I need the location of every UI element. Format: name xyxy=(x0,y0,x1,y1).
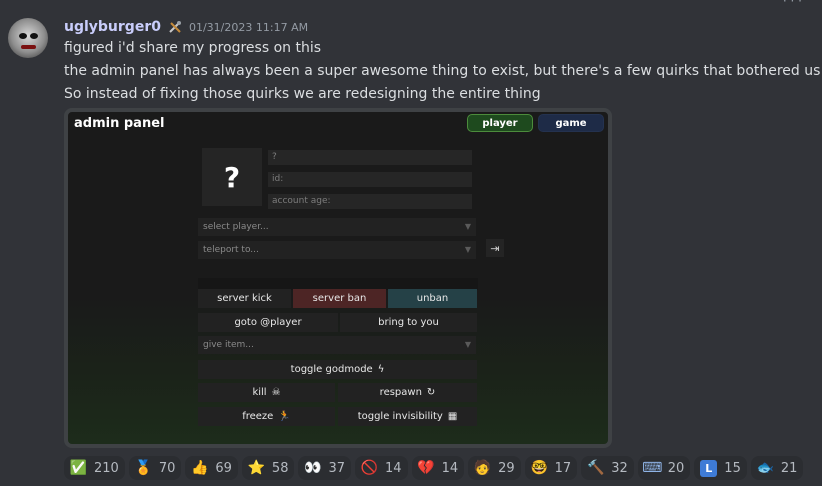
reaction-count: 14 xyxy=(441,460,459,476)
reaction-count: 70 xyxy=(158,460,176,476)
tools-badge-icon xyxy=(169,21,181,33)
reaction-hammer[interactable]: 🔨 32 xyxy=(581,456,634,480)
kill-button[interactable]: kill ☠ xyxy=(198,383,335,402)
reaction-count: 21 xyxy=(780,460,798,476)
hammer-icon: 🔨 xyxy=(586,460,605,476)
respawn-label: respawn xyxy=(379,387,422,398)
unban-label: unban xyxy=(416,293,449,304)
letter-l-icon: L xyxy=(700,459,718,477)
account-age-field: account age: xyxy=(268,194,472,209)
username[interactable]: uglyburger0 xyxy=(64,19,161,35)
message-line: So instead of fixing those quirks we are… xyxy=(64,86,541,102)
fish-icon: 🐟 xyxy=(756,460,775,476)
star-icon: ⭐ xyxy=(247,460,266,476)
kill-label: kill xyxy=(252,387,267,398)
freeze-button[interactable]: freeze 🏃 xyxy=(198,407,335,426)
reaction-count: 29 xyxy=(498,460,515,476)
timestamp: 01/31/2023 11:17 AM xyxy=(188,20,309,34)
toggle-invisibility-button[interactable]: toggle invisibility ▦ xyxy=(338,407,477,426)
avatar-eye-icon xyxy=(30,33,38,39)
reaction-check[interactable]: ✅ 210 xyxy=(64,456,125,480)
admin-panel-screenshot[interactable]: admin panel player game ? ? id: account … xyxy=(64,108,612,448)
custom-person-icon: 🧑 xyxy=(473,460,492,476)
goto-player-button[interactable]: goto @player xyxy=(198,313,338,332)
teleport-dropdown[interactable]: teleport to... ▼ xyxy=(198,241,476,259)
give-item-label: give item... xyxy=(203,340,254,350)
skull-icon: ☠ xyxy=(271,387,281,398)
select-player-dropdown[interactable]: select player... ▼ xyxy=(198,218,476,236)
toggle-godmode-button[interactable]: toggle godmode ϟ xyxy=(198,360,477,379)
reaction-letter-l[interactable]: L 15 xyxy=(694,456,747,480)
avatar-mouth-icon xyxy=(21,45,36,49)
message-header: uglyburger0 01/31/2023 11:17 AM xyxy=(64,17,308,37)
avatar-eye-icon xyxy=(19,33,27,39)
reaction-count: 210 xyxy=(94,460,119,476)
reaction-fish[interactable]: 🐟 21 xyxy=(750,456,804,480)
tab-game[interactable]: game xyxy=(538,114,604,132)
reaction-count: 58 xyxy=(271,460,289,476)
message-line: figured i'd share my progress on this xyxy=(64,40,322,56)
unban-button[interactable]: unban xyxy=(388,289,477,308)
goto-player-label: goto @player xyxy=(234,317,302,328)
reaction-medal[interactable]: 🏅 70 xyxy=(128,456,182,480)
server-ban-button[interactable]: server ban xyxy=(293,289,386,308)
reaction-count: 14 xyxy=(385,460,402,476)
reaction-custom-person[interactable]: 🧑 29 xyxy=(468,456,521,480)
reactions-bar: ✅ 210 🏅 70 👍 69 ⭐ 58 👀 37 🚫 14 💔 14 🧑 29… xyxy=(64,456,807,480)
thumbs-up-icon: 👍 xyxy=(191,460,209,476)
check-mark-icon: ✅ xyxy=(69,460,88,476)
reaction-count: 32 xyxy=(611,460,628,476)
player-name-field: ? xyxy=(268,150,472,165)
server-ban-label: server ban xyxy=(312,293,367,304)
player-id-field: id: xyxy=(268,172,472,187)
reaction-count: 37 xyxy=(328,460,346,476)
medal-icon: 🏅 xyxy=(134,460,153,476)
server-kick-label: server kick xyxy=(217,293,272,304)
teleport-label: teleport to... xyxy=(203,245,259,255)
tab-player[interactable]: player xyxy=(467,114,533,132)
eyes-icon: 👀 xyxy=(304,460,322,476)
message-line: the admin panel has always been a super … xyxy=(64,63,821,79)
avatar[interactable] xyxy=(8,18,48,58)
reaction-broken-heart[interactable]: 💔 14 xyxy=(411,456,465,480)
reaction-star[interactable]: ⭐ 58 xyxy=(241,456,295,480)
bring-to-you-button[interactable]: bring to you xyxy=(340,313,477,332)
lightning-icon: ϟ xyxy=(377,364,385,375)
reaction-count: 17 xyxy=(554,460,572,476)
reaction-thumbs-up[interactable]: 👍 69 xyxy=(185,456,238,480)
player-avatar-placeholder: ? xyxy=(202,148,262,206)
teleport-enter-icon[interactable]: ⇥ xyxy=(486,239,504,257)
running-person-icon: 🏃 xyxy=(278,411,291,422)
server-kick-button[interactable]: server kick xyxy=(198,289,291,308)
reaction-keyboard[interactable]: ⌨ 20 xyxy=(637,456,691,480)
freeze-label: freeze xyxy=(242,411,274,422)
reaction-count: 20 xyxy=(667,460,685,476)
reaction-count: 15 xyxy=(724,460,741,476)
panel-title: admin panel xyxy=(74,116,165,131)
chevron-down-icon: ▼ xyxy=(464,222,471,231)
select-player-label: select player... xyxy=(203,222,269,232)
broken-heart-icon: 💔 xyxy=(417,460,435,476)
toggle-invisibility-label: toggle invisibility xyxy=(357,411,443,422)
nerd-face-icon: 🤓 xyxy=(530,460,548,476)
no-entry-icon: 🚫 xyxy=(360,460,379,476)
reaction-no-entry[interactable]: 🚫 14 xyxy=(355,456,408,480)
respawn-button[interactable]: respawn ↻ xyxy=(338,383,477,402)
give-item-dropdown[interactable]: give item... ▼ xyxy=(198,336,476,354)
refresh-icon: ↻ xyxy=(426,387,436,398)
bring-to-you-label: bring to you xyxy=(378,317,439,328)
grid-icon: ▦ xyxy=(447,411,458,422)
keyboard-icon: ⌨ xyxy=(642,460,663,476)
toggle-godmode-label: toggle godmode xyxy=(290,364,373,375)
reaction-nerd-face[interactable]: 🤓 17 xyxy=(524,456,578,480)
reaction-eyes[interactable]: 👀 37 xyxy=(298,456,352,480)
chevron-down-icon: ▼ xyxy=(464,340,471,349)
reaction-count: 69 xyxy=(215,460,232,476)
chevron-down-icon: ▼ xyxy=(464,245,471,254)
more-options-icon[interactable]: · · · xyxy=(783,0,802,8)
